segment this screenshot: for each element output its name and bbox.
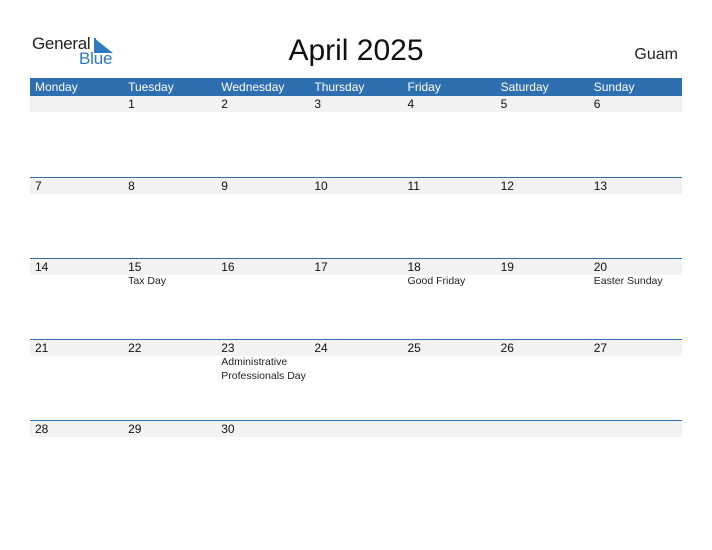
region-label: Guam — [634, 46, 678, 63]
weekday-sunday: Sunday — [593, 80, 635, 94]
day-cell: 5 — [496, 96, 589, 177]
holiday-label: Easter Sunday — [593, 275, 663, 287]
day-cell: 3 — [309, 96, 402, 177]
day-cell: 24 — [309, 339, 402, 420]
day-cell: 20 Easter Sunday — [589, 258, 682, 339]
day-number: 23 — [221, 341, 235, 355]
day-cell: 16 — [216, 258, 309, 339]
day-cell: 29 — [123, 420, 216, 501]
day-cell: 14 — [30, 258, 123, 339]
week-cells: 28 29 30 — [30, 420, 682, 501]
week-cells: 14 15 Tax Day 16 17 18 Good Friday 19 20 Easter S… — [30, 258, 682, 339]
day-number: 25 — [407, 341, 421, 355]
day-cell: 23 Administrative Professionals Day — [216, 339, 309, 420]
day-number: 20 — [593, 260, 608, 274]
week-cells: 7 8 9 10 11 12 13 — [30, 177, 682, 258]
day-cell: 2 — [216, 96, 309, 177]
day-number: 3 — [314, 97, 322, 111]
day-cell: 19 — [496, 258, 589, 339]
day-cell: 22 — [123, 339, 216, 420]
day-number: 30 — [221, 422, 235, 436]
day-cell: 7 — [30, 177, 123, 258]
day-number: 13 — [593, 179, 608, 193]
week-cells: 1 2 3 4 5 6 — [30, 96, 682, 177]
day-cell — [30, 96, 123, 177]
day-number: 26 — [500, 341, 514, 355]
week-row: 7 8 9 10 11 12 13 — [30, 177, 682, 258]
day-number: 11 — [407, 179, 420, 193]
weekday-monday: Monday — [35, 80, 78, 94]
day-cell: 26 — [496, 339, 589, 420]
day-number: 29 — [128, 422, 142, 436]
holiday-label: Good Friday — [407, 275, 466, 287]
day-number: 24 — [314, 341, 328, 355]
day-cell: 12 — [496, 177, 589, 258]
weekday-thursday: Thursday — [314, 80, 365, 94]
week-row: 21 22 23 Administrative Professionals Day 24… — [30, 339, 682, 420]
day-cell: 27 — [589, 339, 682, 420]
day-number: 22 — [128, 341, 142, 355]
day-cell: 25 — [403, 339, 496, 420]
holiday-label: Tax Day — [128, 275, 167, 287]
calendar-title: April 2025 — [288, 34, 424, 67]
day-number: 2 — [221, 97, 228, 111]
day-number: 5 — [500, 97, 508, 111]
day-cell — [309, 420, 402, 501]
day-cell: 4 — [403, 96, 496, 177]
day-number: 15 — [128, 260, 142, 274]
day-number: 4 — [407, 97, 415, 111]
week-row: 28 29 30 — [30, 420, 682, 501]
day-cell — [496, 420, 589, 501]
day-number: 21 — [35, 341, 49, 355]
week-cells: 21 22 23 Administrative Professionals Day 24… — [30, 339, 682, 420]
day-cell — [589, 420, 682, 501]
day-cell — [403, 420, 496, 501]
day-number: 8 — [128, 179, 135, 193]
day-number: 28 — [35, 422, 49, 436]
weekday-saturday: Saturday — [500, 80, 549, 94]
day-cell: 18 Good Friday — [403, 258, 496, 339]
day-cell: 9 — [216, 177, 309, 258]
day-number: 7 — [35, 179, 42, 193]
weekday-tuesday: Tuesday — [128, 80, 174, 94]
day-number: 12 — [500, 179, 514, 193]
day-cell: 10 — [309, 177, 402, 258]
day-cell: 1 — [123, 96, 216, 177]
day-number: 17 — [314, 260, 328, 274]
day-cell: 15 Tax Day — [123, 258, 216, 339]
day-number: 16 — [221, 260, 235, 274]
day-number: 1 — [128, 97, 135, 111]
day-cell: 8 — [123, 177, 216, 258]
day-number: 19 — [500, 260, 514, 274]
day-number: 18 — [407, 260, 421, 274]
day-cell: 11 — [403, 177, 496, 258]
week-row: 14 15 Tax Day 16 17 18 Good Friday 19 20 Easter S… — [30, 258, 682, 339]
day-cell: 13 — [589, 177, 682, 258]
day-number: 27 — [593, 341, 608, 355]
day-number: 10 — [314, 179, 328, 193]
weekday-friday: Friday — [407, 80, 441, 94]
week-row: 1 2 3 4 5 6 — [30, 96, 682, 177]
day-cell: 28 — [30, 420, 123, 501]
day-cell: 17 — [309, 258, 402, 339]
weekday-wednesday: Wednesday — [221, 80, 285, 94]
day-number: 9 — [221, 179, 228, 193]
day-cell: 6 — [589, 96, 682, 177]
day-number: 6 — [593, 97, 601, 111]
day-cell: 21 — [30, 339, 123, 420]
holiday-label: Administrative Professionals Day — [221, 356, 306, 382]
day-cell: 30 — [216, 420, 309, 501]
weekday-header: Monday Tuesday Wednesday Thursday Friday Satu… — [30, 78, 682, 96]
day-number: 14 — [35, 260, 49, 274]
